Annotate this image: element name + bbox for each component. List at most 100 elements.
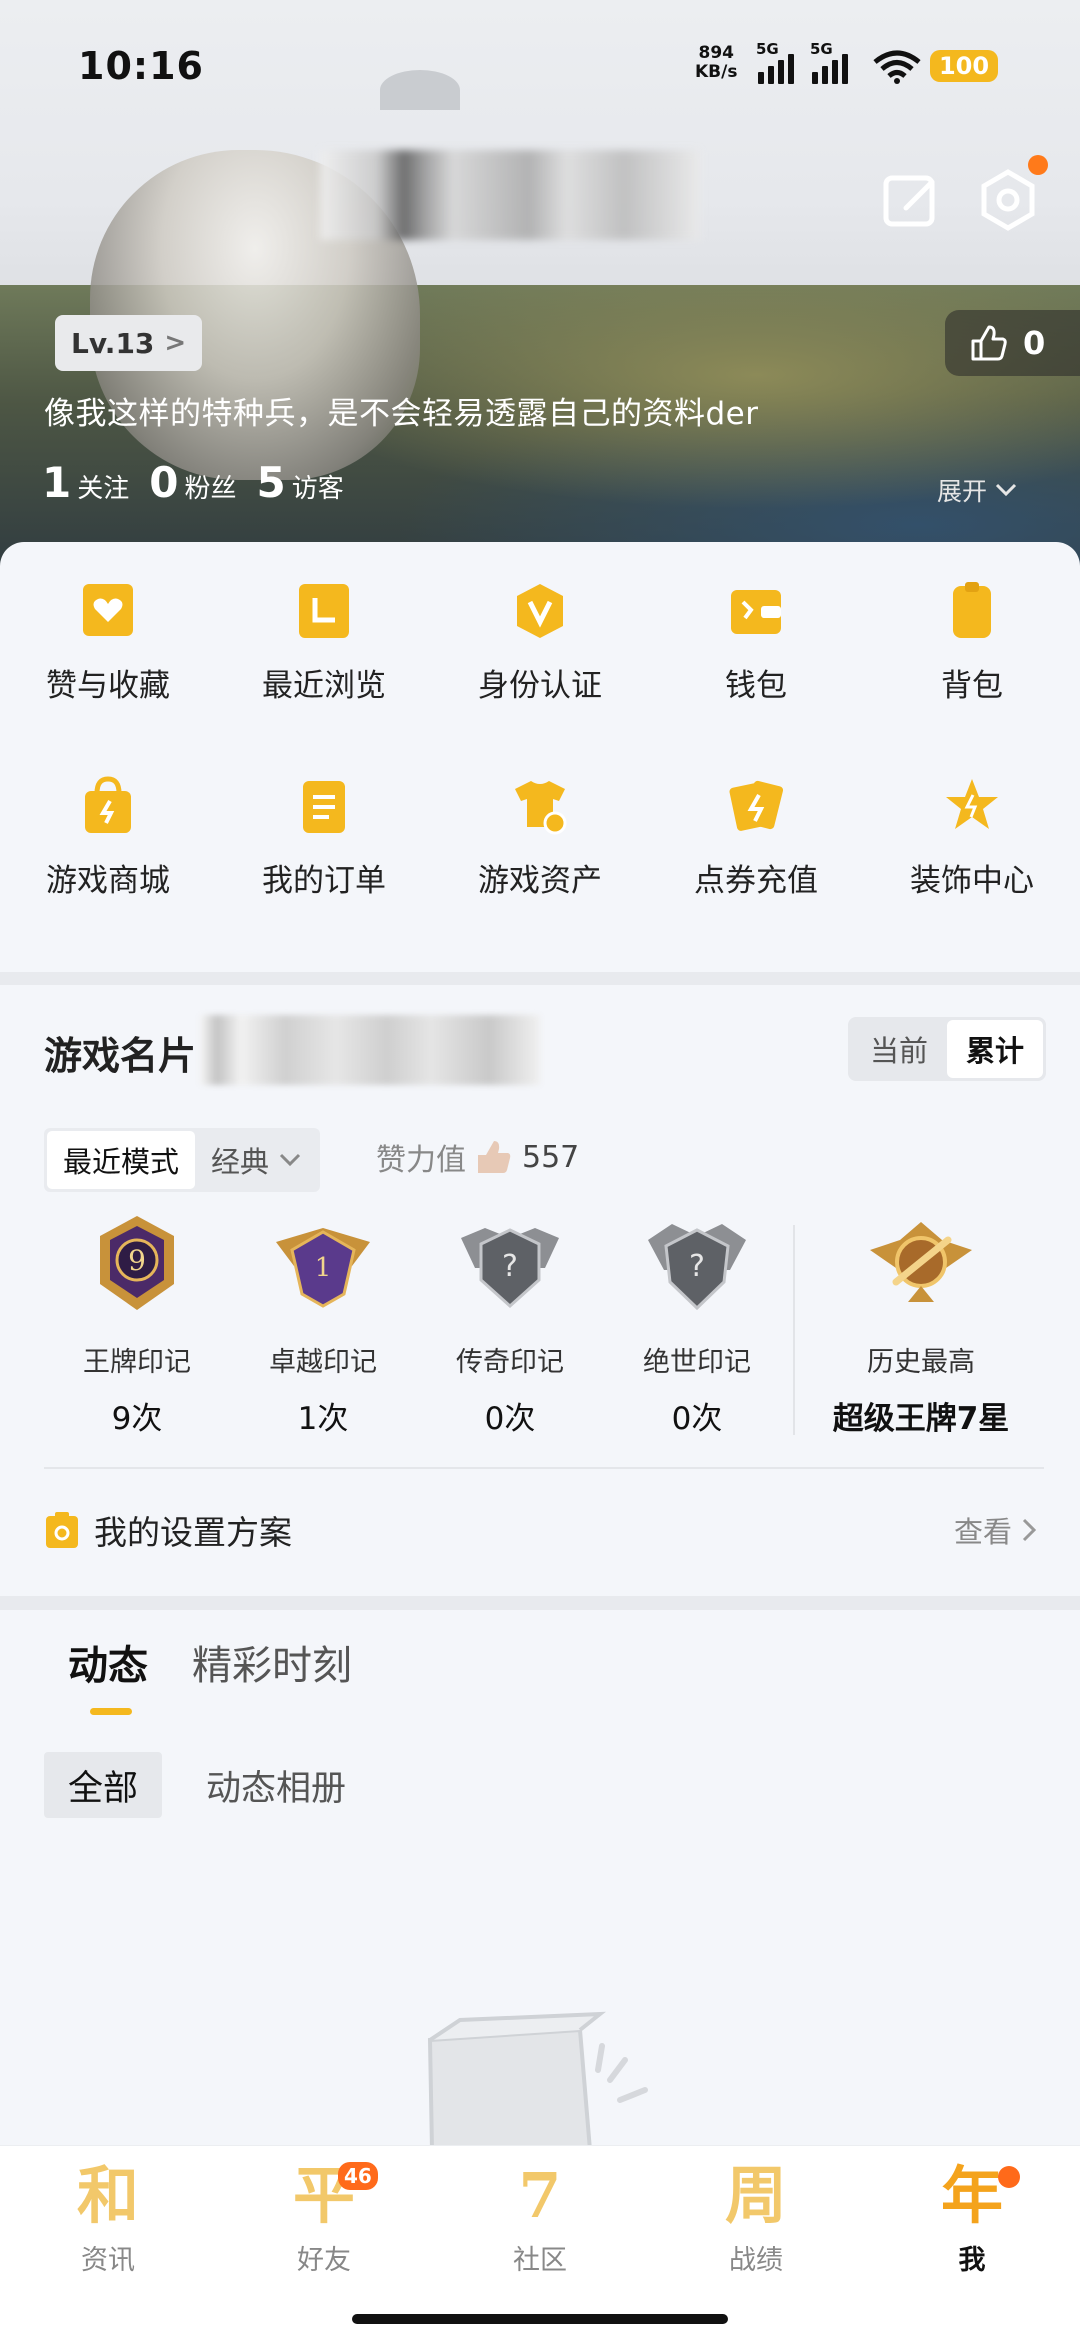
nav-label: 我 [958, 2245, 986, 2276]
nav-label: 好友 [297, 2245, 351, 2276]
nav-me[interactable]: 年 我 [864, 2156, 1080, 2277]
asset-icon [515, 781, 567, 835]
like-button[interactable]: 0 [945, 310, 1080, 376]
menu-item-assets[interactable]: 游戏资产 [432, 775, 648, 900]
divider-line [44, 1467, 1044, 1469]
stat-followers-count: 0 [149, 458, 179, 507]
battery-indicator: 100 [930, 50, 998, 82]
tab-highlights[interactable]: 精彩时刻 [192, 1633, 352, 1691]
badge-peerless[interactable]: ? 绝世印记 0次 [602, 1210, 792, 1438]
stat-visitors-count: 5 [256, 458, 286, 507]
news-icon: 和 [76, 2159, 139, 2232]
menu-label: 赞与收藏 [46, 668, 170, 704]
decor-icon [946, 779, 998, 829]
level-badge[interactable]: Lv.13 > [55, 315, 203, 371]
order-icon [303, 781, 345, 833]
game-id-blurred [200, 1015, 540, 1085]
menu-item-decor[interactable]: 装饰中心 [864, 775, 1080, 900]
badge-value: 9次 [111, 1401, 163, 1437]
stat-following[interactable]: 1 关注 [42, 458, 129, 507]
network-speed-unit: KB/s [695, 62, 738, 82]
badge-ace[interactable]: 9 王牌印记 9次 [42, 1210, 232, 1438]
menu-item-recent[interactable]: 最近浏览 [216, 580, 432, 705]
mode-selector[interactable]: 最近模式 经典 [44, 1128, 321, 1192]
thumbs-up-icon [971, 325, 1007, 361]
profile-page: 10:16 894 KB/s 5G 5G 100 Lv.13 > 0 像我这样的… [0, 0, 1080, 2339]
subtab-album[interactable]: 动态相册 [182, 1752, 370, 1818]
menu-label: 游戏资产 [478, 863, 602, 899]
friends-count-badge: 46 [338, 2162, 378, 2190]
badge-label: 王牌印记 [83, 1347, 191, 1378]
settings-icon[interactable] [976, 168, 1040, 232]
network-speed-value: 894 [698, 43, 734, 63]
heart-card-icon [83, 584, 133, 636]
wallet-icon [731, 590, 781, 634]
view-more-link[interactable]: 查看 [954, 1509, 1036, 1551]
mode-value: 经典 [211, 1145, 270, 1179]
menu-item-backpack[interactable]: 背包 [864, 580, 1080, 705]
badge-label: 历史最高 [867, 1347, 975, 1378]
menu-item-recharge[interactable]: 点券充值 [648, 775, 864, 900]
toggle-current[interactable]: 当前 [851, 1020, 947, 1078]
like-count: 0 [1023, 324, 1046, 362]
stat-visitors[interactable]: 5 访客 [257, 458, 344, 507]
feed-subtabs: 全部 动态相册 [44, 1752, 370, 1818]
menu-item-likes[interactable]: 赞与收藏 [0, 580, 216, 705]
badge-highest[interactable]: 历史最高 超级王牌7星 [826, 1210, 1016, 1438]
badge-value: 0次 [484, 1401, 536, 1437]
section-divider-2 [0, 1596, 1080, 1610]
subtab-all[interactable]: 全部 [44, 1752, 163, 1818]
expand-button[interactable]: 展开 [937, 472, 1017, 508]
menu-item-orders[interactable]: 我的订单 [216, 775, 432, 900]
badge-label: 传奇印记 [456, 1347, 564, 1378]
highest-rank-icon [870, 1222, 972, 1302]
menu-item-verify[interactable]: 身份认证 [432, 580, 648, 705]
peerless-badge-icon: ? [648, 1224, 746, 1311]
mode-label: 最近模式 [47, 1131, 196, 1189]
mode-dropdown[interactable]: 经典 [195, 1131, 317, 1189]
menu-label: 最近浏览 [262, 668, 386, 704]
menu-label: 钱包 [725, 668, 787, 704]
record-icon: 周 [724, 2159, 787, 2232]
nav-community[interactable]: 7 社区 [432, 2156, 648, 2277]
profile-stats: 1 关注 0 粉丝 5 访客 [42, 458, 344, 507]
status-bar: 10:16 894 KB/s 5G 5G 100 [0, 0, 1080, 130]
nav-label: 资讯 [81, 2245, 135, 2276]
badge-label: 卓越印记 [269, 1347, 377, 1378]
signal-gen-label-2: 5G [810, 40, 833, 58]
menu-label: 背包 [941, 668, 1003, 704]
badge-excellence[interactable]: 1 卓越印记 1次 [228, 1210, 418, 1438]
wifi-icon [873, 50, 921, 84]
nav-record[interactable]: 周 战绩 [648, 2156, 864, 2277]
svg-text:9: 9 [128, 1244, 146, 1277]
stat-followers-label: 粉丝 [184, 474, 237, 504]
me-icon: 年 [940, 2159, 1003, 2232]
view-more-label: 查看 [953, 1515, 1012, 1549]
nav-news[interactable]: 和 资讯 [0, 2156, 216, 2277]
svg-text:?: ? [502, 1249, 518, 1284]
chevron-right-icon [1022, 1518, 1036, 1542]
game-card-title: 游戏名片 [44, 1034, 197, 1078]
badge-legend[interactable]: ? 传奇印记 0次 [415, 1210, 605, 1438]
badge-value: 0次 [671, 1401, 723, 1437]
home-indicator[interactable] [352, 2314, 728, 2324]
stat-followers[interactable]: 0 粉丝 [149, 458, 236, 507]
menu-item-shop[interactable]: 游戏商城 [0, 775, 216, 900]
signal-icon-2: 5G [810, 40, 848, 84]
thumbs-up-badge-icon [478, 1141, 511, 1173]
setting-scheme-row[interactable]: 我的设置方案 查看 [44, 1495, 1036, 1565]
menu-item-wallet[interactable]: 钱包 [648, 580, 864, 705]
menu-label: 装饰中心 [910, 863, 1034, 899]
section-divider [0, 972, 1080, 986]
profile-bio: 像我这样的特种兵，是不会轻易透露自己的资料der [44, 396, 759, 432]
verify-icon [517, 584, 563, 638]
toggle-total[interactable]: 累计 [947, 1020, 1043, 1078]
tab-activity[interactable]: 动态 [68, 1633, 148, 1715]
setting-scheme-label: 我的设置方案 [94, 1513, 292, 1552]
backpack-icon [953, 582, 991, 638]
edit-icon[interactable] [880, 168, 944, 232]
nav-friends[interactable]: 平 46 好友 [216, 2156, 432, 2277]
legend-badge-icon: ? [461, 1228, 559, 1309]
notification-dot [1028, 155, 1048, 175]
excellence-badge-icon: 1 [276, 1228, 370, 1308]
